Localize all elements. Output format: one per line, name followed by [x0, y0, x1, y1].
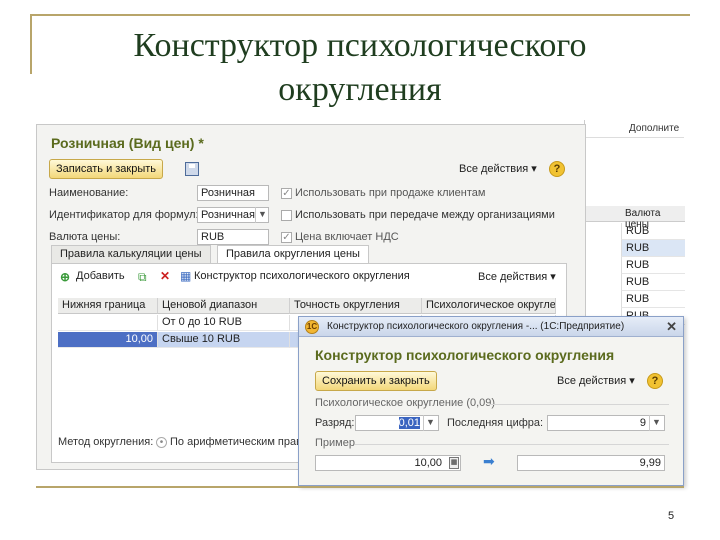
tab-price-rounding[interactable]: Правила округления цены: [217, 245, 369, 263]
background-list-cell: RUB: [621, 257, 685, 274]
use-for-sale-checkbox[interactable]: ✓: [281, 188, 292, 199]
help-icon[interactable]: ?: [549, 161, 565, 177]
rounding-method-label: Метод округления:: [58, 436, 154, 448]
rounding-constructor-dialog: 1С Конструктор психологического округлен…: [298, 316, 684, 486]
all-actions-menu[interactable]: Все действия ▾: [459, 162, 537, 175]
dialog-title-text: Конструктор психологического округления …: [327, 321, 625, 332]
vat-included-checkbox[interactable]: ✓: [281, 232, 292, 243]
window-title: Розничная (Вид цен) *: [51, 135, 204, 151]
save-and-close-button[interactable]: Записать и закрыть: [49, 159, 164, 179]
background-list-cell: RUB: [621, 240, 685, 257]
chevron-down-icon[interactable]: ▼: [649, 415, 663, 431]
background-list-header: Дополните: [585, 120, 684, 138]
chevron-down-icon[interactable]: ▼: [255, 207, 269, 223]
currency-label: Валюта цены:: [49, 231, 121, 243]
dialog-all-actions-menu[interactable]: Все действия ▾: [557, 374, 635, 387]
rounding-constructor-button[interactable]: Конструктор психологического округления: [194, 270, 410, 282]
grid-header-psychological-rounding[interactable]: Психологическое округле: [422, 298, 556, 314]
add-button[interactable]: Добавить: [76, 270, 125, 282]
name-field[interactable]: Розничная: [197, 185, 269, 201]
background-list-cell: RUB: [621, 223, 685, 240]
dialog-help-icon[interactable]: ?: [647, 373, 663, 389]
slide-frame-top-line: [30, 14, 690, 16]
grid-cell-lower-bound[interactable]: [58, 315, 158, 331]
close-icon[interactable]: ✕: [666, 319, 677, 335]
rounding-method-value[interactable]: По арифметическим прави: [170, 436, 308, 448]
delete-icon[interactable]: ✕: [160, 269, 170, 283]
constructor-icon[interactable]: ▦: [180, 269, 191, 283]
grid-header-rounding-precision[interactable]: Точность округления: [290, 298, 422, 314]
save-icon[interactable]: [185, 162, 199, 176]
dialog-header: Конструктор психологического округления: [315, 347, 615, 363]
dialog-save-and-close-button[interactable]: Сохранить и закрыть: [315, 371, 437, 391]
slide-frame-bottom-line: [36, 486, 684, 488]
digit-label: Разряд:: [315, 417, 355, 429]
slide-title-line-2: округления: [278, 71, 442, 108]
currency-field[interactable]: RUB: [197, 229, 269, 245]
example-input-field[interactable]: 10,00: [315, 455, 461, 471]
use-for-transfer-checkbox[interactable]: [281, 210, 292, 221]
use-for-sale-label: Использовать при продаже клиентам: [295, 187, 486, 199]
arrow-right-icon: ➡: [483, 453, 495, 469]
grid-all-actions-menu[interactable]: Все действия ▾: [478, 270, 556, 283]
rounding-group-label: Психологическое округление (0,09): [315, 397, 496, 409]
dialog-titlebar[interactable]: 1С Конструктор психологического округлен…: [299, 317, 683, 337]
vat-included-label: Цена включает НДС: [295, 231, 399, 243]
calculator-icon[interactable]: ▦: [449, 457, 459, 469]
chevron-down-icon[interactable]: ▼: [423, 415, 437, 431]
digit-value: 0,01: [398, 417, 420, 429]
last-digit-field[interactable]: 9: [547, 415, 665, 431]
grid-cell-price-range[interactable]: От 0 до 10 RUB: [158, 315, 290, 331]
background-list-cell: RUB: [621, 291, 685, 308]
formula-id-value: Розничная: [201, 209, 255, 221]
rounding-group-line: [489, 404, 669, 405]
formula-id-label: Идентификатор для формул:: [49, 209, 199, 221]
grid-cell-lower-bound[interactable]: 10,00: [58, 332, 158, 348]
add-icon[interactable]: ⊕: [60, 270, 70, 284]
last-digit-label: Последняя цифра:: [447, 417, 544, 429]
example-result-field: 9,99: [517, 455, 665, 471]
use-for-transfer-label: Использовать при передаче между организа…: [295, 209, 555, 221]
tab-price-calculation[interactable]: Правила калькуляции цены: [51, 245, 211, 263]
slide-title-line-1: Конструктор психологического: [133, 27, 587, 64]
grid-header-lower-bound[interactable]: Нижняя граница: [58, 298, 158, 314]
background-list-cell: RUB: [621, 274, 685, 291]
name-label: Наименование:: [49, 187, 129, 199]
example-group-line: [355, 444, 669, 445]
background-list-column-header: Валюта цены: [585, 206, 685, 230]
slide-page-number: 5: [668, 510, 675, 522]
example-group-label: Пример: [315, 437, 355, 449]
rounding-method-radio[interactable]: •: [156, 437, 167, 448]
slide-title: Конструктор психологического округления: [0, 24, 720, 112]
grid-cell-price-range[interactable]: Свыше 10 RUB: [158, 332, 290, 348]
grid-header-price-range[interactable]: Ценовой диапазон: [158, 298, 290, 314]
app-icon: 1С: [305, 320, 319, 334]
copy-icon[interactable]: ⧉: [138, 270, 147, 284]
